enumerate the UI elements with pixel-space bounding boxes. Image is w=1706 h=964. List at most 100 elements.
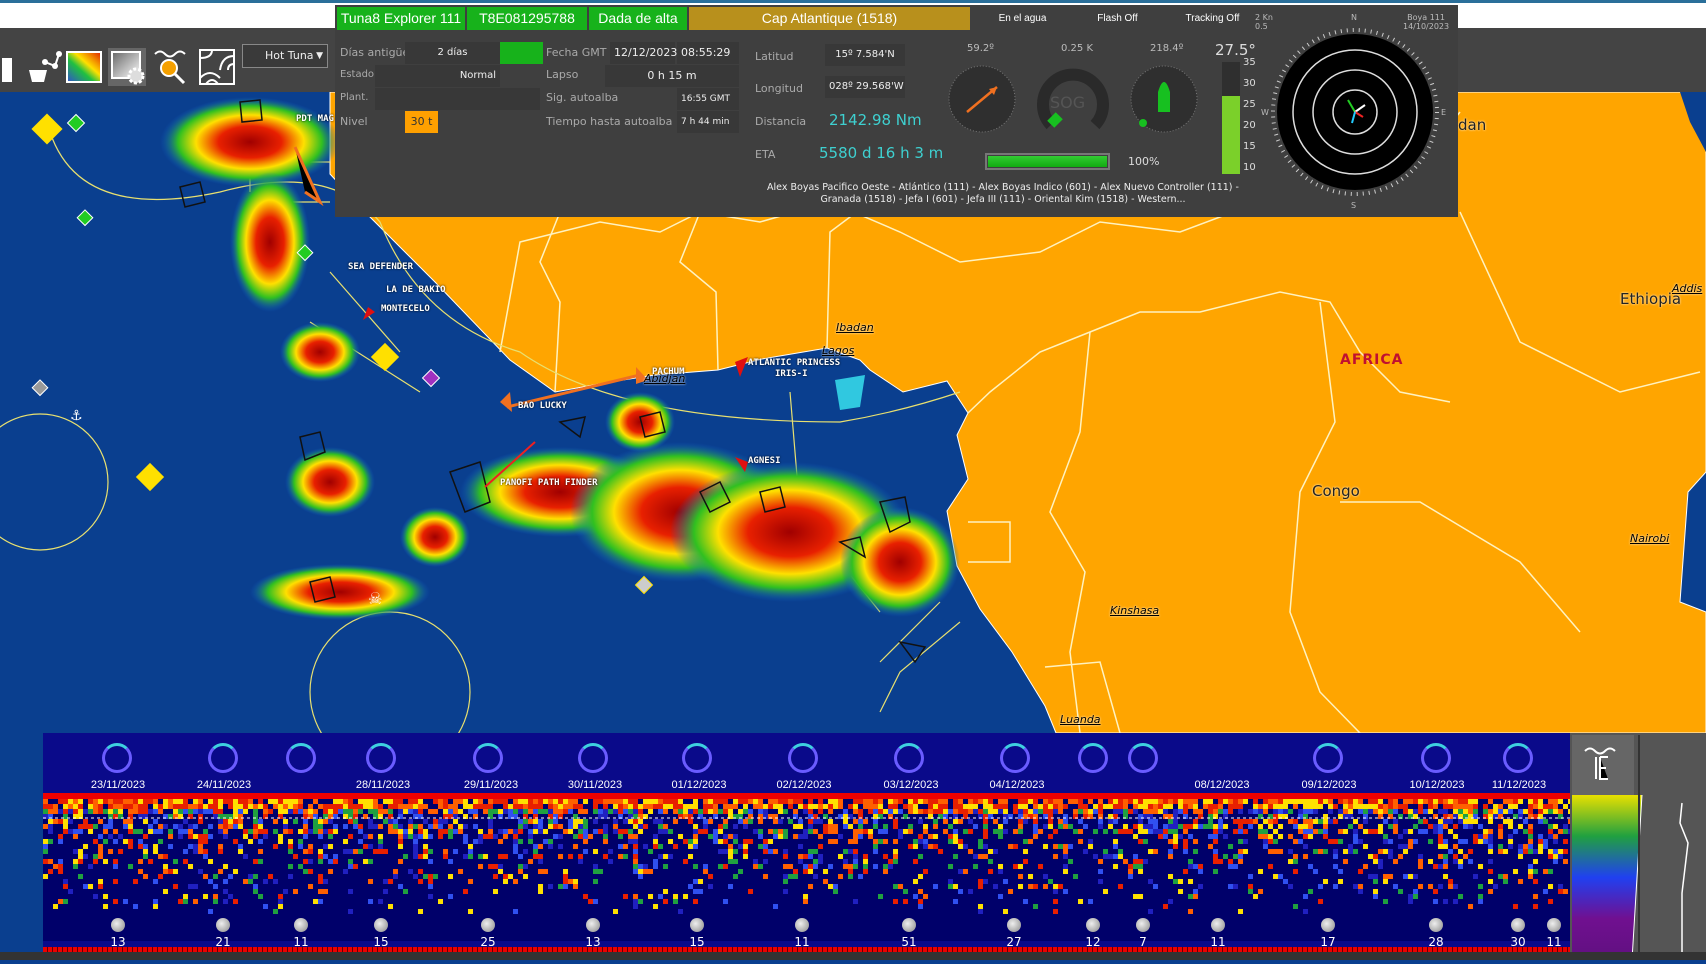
- tracking-toggle[interactable]: Tracking Off: [1165, 7, 1260, 30]
- sog-label: SOG: [1050, 93, 1086, 112]
- temp-tick: 25: [1243, 99, 1256, 110]
- moon-value: 15: [689, 935, 705, 949]
- timeline-date: 02/12/2023: [776, 779, 832, 791]
- fish-activity-icon[interactable]: [102, 743, 132, 773]
- timeline-date: 11/12/2023: [1491, 779, 1547, 791]
- radar-e: E: [1441, 108, 1447, 117]
- moon-value: 21: [215, 935, 231, 949]
- moon-value: 11: [1210, 935, 1226, 949]
- chevron-down-icon: ▼: [316, 51, 323, 61]
- vessel-label[interactable]: MONTECELO: [381, 304, 430, 314]
- lon-value: 028º 29.568'W: [825, 76, 905, 98]
- fish-activity-icon[interactable]: [1313, 743, 1343, 773]
- sig-value: 16:55 GMT: [677, 88, 739, 110]
- moon-value: 13: [585, 935, 601, 949]
- fish-activity-icon[interactable]: [578, 743, 608, 773]
- fish-activity-icon[interactable]: [1421, 743, 1451, 773]
- country-label: Congo: [1312, 482, 1360, 500]
- tool-icon[interactable]: [0, 48, 20, 86]
- temperature-bar: [1222, 62, 1240, 174]
- fish-activity-icon[interactable]: [208, 743, 238, 773]
- contour-icon[interactable]: [198, 48, 236, 86]
- fish-activity-icon[interactable]: [1078, 743, 1108, 773]
- fish-activity-icon[interactable]: [1128, 743, 1158, 773]
- fecha-label: Fecha GMT: [546, 46, 607, 59]
- plant-label: Plant.: [340, 92, 369, 103]
- fish-activity-icon[interactable]: [788, 743, 818, 773]
- timeline-date: 01/12/2023: [671, 779, 727, 791]
- moon-value: 7: [1139, 935, 1147, 949]
- vessel-label[interactable]: ATLANTIC PRINCESS: [748, 358, 840, 368]
- moon-phase-icon: [586, 918, 600, 932]
- moon-phase-icon: [690, 918, 704, 932]
- fecha-date: 12/12/2023: [610, 42, 677, 64]
- city-label: Nairobi: [1630, 532, 1670, 545]
- lapso-value: 0 h 15 m: [605, 65, 739, 87]
- moon-value: 13: [110, 935, 126, 949]
- temp-tick: 10: [1243, 162, 1256, 173]
- moon-value: 25: [480, 935, 496, 949]
- moon-phase-icon: [374, 918, 388, 932]
- moon-phase-icon: [1429, 918, 1443, 932]
- moon-phase-icon: [795, 918, 809, 932]
- temp-tick: 15: [1243, 141, 1256, 152]
- nivel-value: 30 t: [405, 111, 438, 133]
- layer-select[interactable]: Hot Tuna ▼: [242, 44, 328, 68]
- buoy-owner: Cap Atlantique (1518): [689, 7, 970, 30]
- moon-value: 11: [794, 935, 810, 949]
- vessel-label[interactable]: AGNESI: [748, 456, 781, 466]
- vessel-label[interactable]: PANOFI PATH FINDER: [500, 478, 598, 488]
- fish-activity-icon[interactable]: [1503, 743, 1533, 773]
- vessel-label[interactable]: IRIS-I: [775, 369, 808, 379]
- vessel-label[interactable]: LA DE BAKIO: [386, 285, 446, 295]
- vessel-name: Tuna8 Explorer 111: [337, 7, 465, 30]
- moon-value: 30: [1510, 935, 1526, 949]
- drift-compass-icon: [1130, 65, 1198, 133]
- tiempo-label: Tiempo hasta autoalba: [546, 115, 673, 128]
- fish-activity-icon[interactable]: [286, 743, 316, 773]
- timeline-date: 24/11/2023: [196, 779, 252, 791]
- sog-speed: 0.25 K: [1061, 43, 1094, 54]
- timeline-date: 28/11/2023: [355, 779, 411, 791]
- dist-value: 2142.98 Nm: [829, 111, 922, 129]
- layer-select-value: Hot Tuna: [265, 49, 314, 62]
- moon-phase-icon: [1136, 918, 1150, 932]
- moon-value: 51: [901, 935, 917, 949]
- moon-value: 17: [1320, 935, 1336, 949]
- current-radar: [1271, 28, 1439, 196]
- fish-activity-icon[interactable]: [473, 743, 503, 773]
- heading-compass-icon: [948, 65, 1016, 133]
- temperature-fill: [1222, 95, 1240, 174]
- moon-phase-icon: [294, 918, 308, 932]
- dias-value: 2 días: [405, 42, 500, 64]
- current-scale-kn: 2 Kn: [1255, 13, 1273, 22]
- timeline-date: 30/11/2023: [567, 779, 623, 791]
- lat-value: 15º 7.584'N: [825, 44, 905, 66]
- tiempo-value: 7 h 44 min: [677, 111, 739, 133]
- timeline-date: 08/12/2023: [1194, 779, 1250, 791]
- lapso-label: Lapso: [546, 68, 579, 81]
- basket-route-icon[interactable]: [25, 48, 63, 86]
- moon-phase-icon: [1086, 918, 1100, 932]
- vessel-label[interactable]: PDT MAG: [296, 114, 334, 124]
- temp-tick: 35: [1243, 57, 1256, 68]
- vessel-label[interactable]: SEA DEFENDER: [348, 262, 413, 272]
- color-gradient-icon[interactable]: [65, 48, 103, 86]
- buoy-id: T8E081295788: [467, 7, 587, 30]
- buoy-info-panel: Tuna8 Explorer 111 T8E081295788 Dada de …: [335, 5, 1458, 217]
- radar-w: W: [1261, 108, 1269, 117]
- color-legend: [1570, 733, 1706, 961]
- battery-icon: [985, 153, 1110, 170]
- estado-value: Normal: [375, 65, 500, 87]
- flash-toggle[interactable]: Flash Off: [1070, 7, 1165, 30]
- gradient-settings-icon[interactable]: [108, 48, 146, 86]
- catch-timeline[interactable]: 23/11/2023 24/11/2023 28/11/2023 29/11/2023…: [43, 733, 1570, 955]
- fish-activity-icon[interactable]: [1000, 743, 1030, 773]
- sea-search-icon[interactable]: [153, 48, 191, 86]
- fish-activity-icon[interactable]: [894, 743, 924, 773]
- vessel-label[interactable]: BAO LUCKY: [518, 401, 567, 411]
- estado-label: Estado: [340, 69, 375, 80]
- fish-activity-icon[interactable]: [682, 743, 712, 773]
- skull-icon: ☠: [368, 589, 382, 608]
- fish-activity-icon[interactable]: [366, 743, 396, 773]
